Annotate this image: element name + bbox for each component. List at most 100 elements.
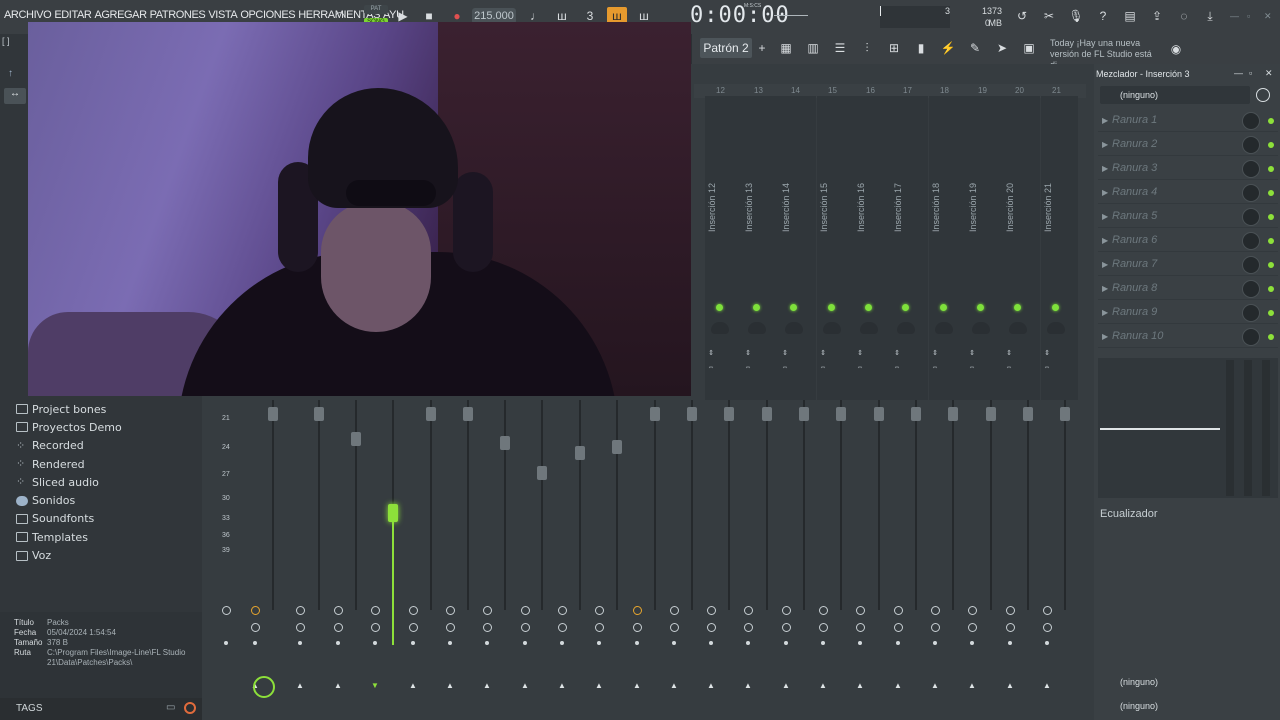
route-arrow-icon[interactable]: ▲ [483,681,491,690]
pat-mode-badge[interactable]: PAT [364,5,388,14]
volume-fader[interactable] [724,407,734,421]
send-knob[interactable] [744,606,753,615]
panel-minimize-icon[interactable]: — [1234,68,1243,78]
stereo-separation-icon[interactable]: ⇕ [706,350,716,357]
volume-fader[interactable] [1023,407,1033,421]
effect-slot[interactable]: ▶ Ranura 10 [1098,326,1278,348]
piano-roll-icon[interactable]: ▥ [803,39,823,57]
pan-knob[interactable] [823,322,841,334]
stereo-knob[interactable] [371,623,380,632]
volume-fader[interactable] [687,407,697,421]
insert-enable-led[interactable] [1052,304,1059,311]
microphone-icon[interactable]: 🎙 [1066,7,1086,25]
mixer-icon[interactable]: ⫶ [857,39,877,57]
stereo-separation-icon[interactable]: ⇕ [1004,350,1014,357]
slot-mix-knob[interactable] [1242,256,1260,274]
pan-knob[interactable] [860,322,878,334]
chevron-right-icon[interactable]: ▶ [1102,332,1108,341]
stereo-knob[interactable] [1006,623,1015,632]
chevron-right-icon[interactable]: ▶ [1102,284,1108,293]
pan-knob[interactable] [711,322,729,334]
route-arrow-icon[interactable]: ▲ [296,681,304,690]
route-arrow-icon[interactable]: ▲ [334,681,342,690]
slot-enable-led[interactable] [1268,286,1274,292]
output-select[interactable]: (ninguno) [1098,695,1278,717]
stereo-knob[interactable] [251,623,260,632]
stereo-separation-icon[interactable]: ⇕ [892,350,902,357]
insert-enable-led[interactable] [828,304,835,311]
send-knob[interactable] [483,606,492,615]
route-arrow-icon[interactable]: ▲ [707,681,715,690]
route-arrow-icon[interactable]: ▲ [856,681,864,690]
tempo-tapper-icon[interactable]: ➤ [992,39,1012,57]
swap-channels-icon[interactable]: ⇔ [855,364,865,371]
route-dot[interactable] [635,641,639,645]
touch-controller-icon[interactable]: ✎ [965,39,985,57]
insert-enable-led[interactable] [865,304,872,311]
route-dot[interactable] [373,641,377,645]
stereo-knob[interactable] [856,623,865,632]
route-dot[interactable] [709,641,713,645]
route-arrow-icon[interactable]: ▲ [670,681,678,690]
folder-item[interactable]: Sonidos [16,491,122,509]
undo-icon[interactable]: ↺ [1012,7,1032,25]
swap-channels-icon[interactable]: ⇔ [1004,364,1014,371]
route-dot[interactable] [1045,641,1049,645]
swap-channels-icon[interactable]: ⇔ [818,364,828,371]
menu-agregar[interactable]: AGREGAR [94,9,147,21]
route-dot[interactable] [858,641,862,645]
folder-item[interactable]: ⁘ Recorded [16,437,122,455]
export-icon[interactable]: ⇪ [1147,7,1167,25]
save-icon[interactable]: ▤ [1120,7,1140,25]
cut-tool-icon[interactable]: ✂ [1039,7,1059,25]
channel-rack-icon[interactable]: ☰ [830,39,850,57]
stereo-knob[interactable] [446,623,455,632]
slot-enable-led[interactable] [1268,166,1274,172]
pan-knob[interactable] [1047,322,1065,334]
master-knob-ring[interactable] [253,676,275,698]
route-arrow-icon[interactable]: ▲ [409,681,417,690]
folder-item[interactable]: Soundfonts [16,510,122,528]
slot-mix-knob[interactable] [1242,208,1260,226]
stereo-knob[interactable] [1043,623,1052,632]
route-dot[interactable] [411,641,415,645]
route-arrow-icon[interactable]: ▲ [446,681,454,690]
effect-slot[interactable]: ▶ Ranura 8 [1098,278,1278,300]
route-dot[interactable] [597,641,601,645]
send-knob[interactable] [334,606,343,615]
chevron-right-icon[interactable]: ▶ [1102,212,1108,221]
output-select[interactable]: (ninguno) [1098,671,1278,693]
insert-enable-led[interactable] [753,304,760,311]
volume-fader[interactable] [314,407,324,421]
stereo-knob[interactable] [670,623,679,632]
swap-channels-icon[interactable]: ⇔ [706,364,716,371]
stereo-knob[interactable] [633,623,642,632]
stereo-knob[interactable] [894,623,903,632]
add-pattern-icon[interactable]: + [752,39,772,57]
chevron-right-icon[interactable]: ▶ [1102,236,1108,245]
folder-item[interactable]: ⁘ Rendered [16,455,122,473]
stereo-separation-icon[interactable]: ⇕ [780,350,790,357]
insert-enable-led[interactable] [902,304,909,311]
slot-enable-led[interactable] [1268,238,1274,244]
menu-vista[interactable]: VISTA [208,9,237,21]
slot-mix-knob[interactable] [1242,184,1260,202]
chevron-right-icon[interactable]: ▶ [1102,188,1108,197]
volume-fader[interactable] [762,407,772,421]
effect-slot[interactable]: ▶ Ranura 1 [1098,110,1278,132]
menu-opciones[interactable]: OPCIONES [240,9,295,21]
send-knob[interactable] [296,606,305,615]
folder-item[interactable]: Templates [16,528,122,546]
audio-input-select[interactable]: (ninguno) [1100,86,1250,104]
stereo-separation-icon[interactable]: ⇕ [1042,350,1052,357]
route-dot[interactable] [821,641,825,645]
globe-icon[interactable]: ◉ [1166,40,1186,58]
send-knob[interactable] [707,606,716,615]
route-dot[interactable] [1008,641,1012,645]
send-knob[interactable] [521,606,530,615]
stereo-knob[interactable] [296,623,305,632]
route-dot[interactable] [485,641,489,645]
folder-item[interactable]: Project bones [16,400,122,418]
pan-knob[interactable] [935,322,953,334]
slot-enable-led[interactable] [1268,190,1274,196]
